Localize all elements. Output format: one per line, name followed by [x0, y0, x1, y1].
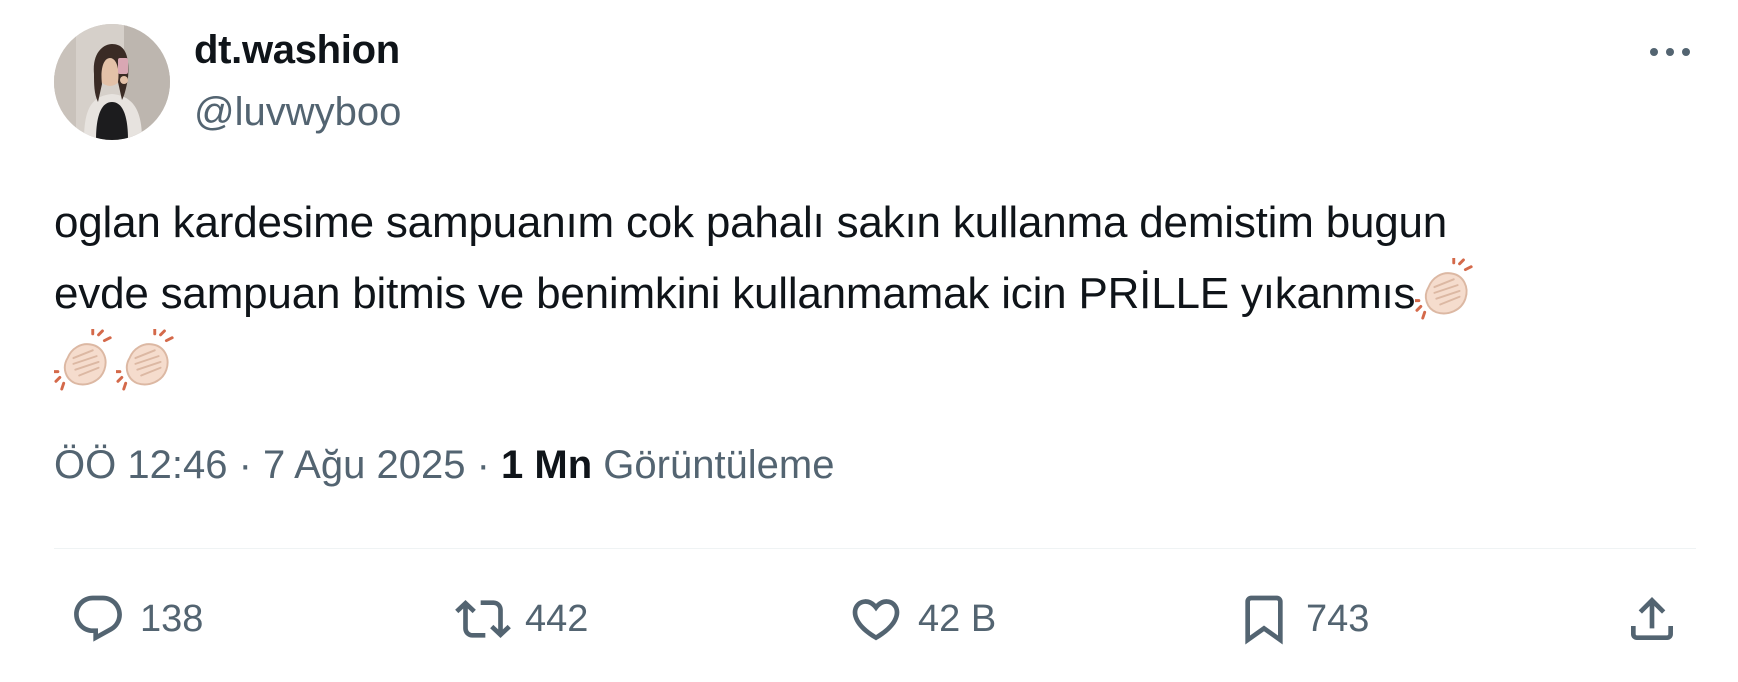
more-options-button[interactable] [1640, 30, 1700, 74]
heart-icon [852, 599, 900, 641]
tweet-card: dt.washion @luvwyboo oglan kardesime sam… [0, 0, 1738, 682]
views-label: Görüntüleme [603, 443, 835, 487]
clapping-hands-emoji [1415, 258, 1477, 320]
avatar[interactable] [54, 24, 170, 140]
tweet-date[interactable]: 7 Ağu 2025 [263, 443, 465, 487]
user-handle[interactable]: @luvwyboo [194, 90, 401, 135]
tweet-text: oglan kardesime sampuanım cok pahalı sak… [54, 188, 1694, 400]
like-button[interactable]: 42 B [848, 590, 996, 648]
tweet-text-line-1: oglan kardesime sampuanım cok pahalı sak… [54, 198, 1448, 247]
bookmark-button[interactable]: 743 [1236, 590, 1369, 648]
share-icon [1631, 597, 1673, 640]
clapping-hands-emoji [116, 329, 178, 391]
meta-separator: · [238, 443, 252, 487]
bookmark-icon [1245, 595, 1283, 645]
more-horizontal-icon [1650, 48, 1690, 56]
like-count: 42 B [918, 597, 997, 640]
tweet-text-line-2: evde sampuan bitmis ve benimkini kullanm… [54, 269, 1416, 318]
repost-icon [455, 600, 511, 638]
repost-button[interactable]: 442 [455, 590, 588, 648]
display-name[interactable]: dt.washion [194, 28, 400, 73]
tweet-text-line [54, 329, 1694, 400]
tweet-text-line: evde sampuan bitmis ve benimkini kullanm… [54, 258, 1694, 329]
repost-count: 442 [525, 597, 589, 640]
reply-count: 138 [140, 597, 204, 640]
avatar-photo [54, 24, 170, 140]
share-button[interactable] [1624, 590, 1680, 648]
tweet-meta: ÖÖ 12:46 · 7 Ağu 2025 · 1 Mn Görüntüleme [54, 443, 835, 488]
meta-separator: · [476, 443, 490, 487]
tweet-text-line: oglan kardesime sampuanım cok pahalı sak… [54, 188, 1694, 258]
views-count: 1 Mn [501, 443, 593, 487]
tweet-time[interactable]: ÖÖ 12:46 [54, 443, 227, 487]
divider [54, 548, 1696, 549]
clapping-hands-emoji [54, 329, 116, 391]
bookmark-count: 743 [1306, 597, 1370, 640]
reply-icon [74, 595, 122, 642]
reply-button[interactable]: 138 [70, 590, 203, 648]
